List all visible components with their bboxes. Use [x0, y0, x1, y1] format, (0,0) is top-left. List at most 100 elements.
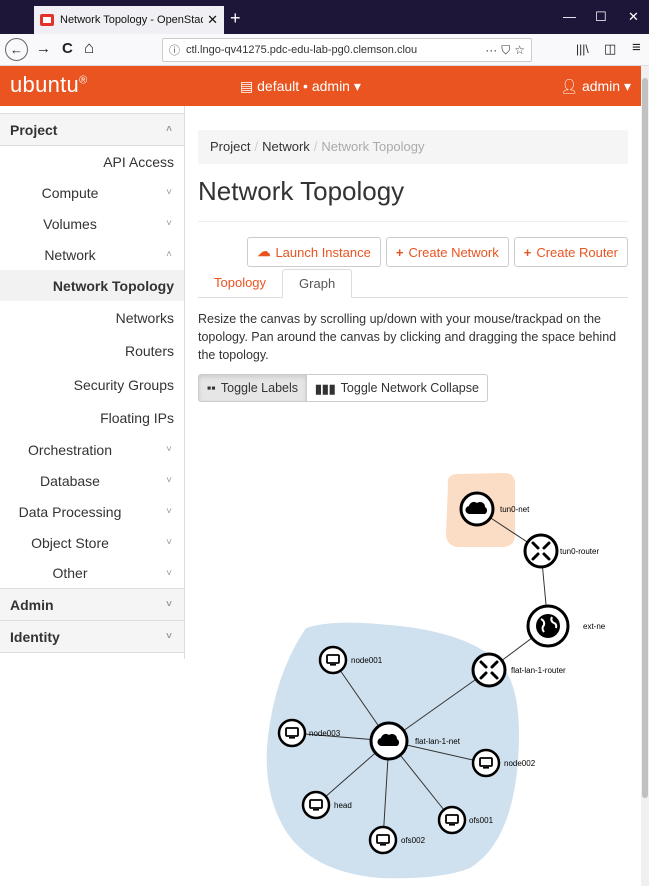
home-button[interactable]: ⌂ — [84, 38, 94, 58]
browser-tab[interactable]: Network Topology - OpenStac ✕ — [34, 6, 224, 34]
launch-instance-button[interactable]: ☁ Launch Instance — [247, 237, 381, 267]
pocket-icon[interactable]: ⛉ — [501, 43, 510, 58]
reload-button[interactable]: C — [62, 40, 73, 57]
sidebar-item-network[interactable]: Network ˄ — [0, 239, 184, 270]
create-network-button[interactable]: + Create Network — [385, 237, 509, 267]
sidebar-toggle-icon[interactable]: ◫ — [604, 41, 616, 57]
library-icon[interactable]: |||\ — [576, 42, 589, 56]
sidebar-section-identity[interactable]: Identity ˅ — [0, 621, 184, 653]
breadcrumb-project[interactable]: Project — [210, 139, 250, 154]
sidebar-item-volumes[interactable]: Volumes ˅ — [0, 208, 184, 239]
button-label: Toggle Labels — [220, 381, 299, 395]
chevron-down-icon: ˅ — [166, 567, 172, 579]
sidebar-label: Volumes — [43, 215, 97, 232]
ubuntu-logo[interactable]: ubuntu® — [10, 72, 88, 98]
chevron-down-icon: ˅ — [166, 218, 172, 229]
breadcrumb: Project / Network / Network Topology — [198, 130, 628, 164]
button-label: Create Network — [408, 244, 499, 260]
toggle-network-collapse-button[interactable]: ▮▮▮ Toggle Network Collapse — [307, 374, 488, 402]
sidebar-item-orchestration[interactable]: Orchestration ˅ — [0, 434, 184, 465]
tab-topology[interactable]: Topology — [198, 269, 282, 297]
tun0-net-label: tun0-net — [500, 505, 530, 514]
sidebar-label: Network Topology — [52, 277, 174, 294]
sidebar-item-api-access[interactable]: API Access — [0, 146, 184, 177]
project-selector-label: default • admin ▾ — [257, 78, 361, 94]
topology-canvas[interactable]: tun0-net tun0-router ext-ne flat-lan-1-r… — [186, 440, 641, 886]
sidebar-item-networks[interactable]: Networks — [0, 301, 184, 334]
help-text: Resize the canvas by scrolling up/down w… — [198, 312, 617, 362]
cloud-upload-icon: ☁ — [257, 244, 271, 259]
ext-net-label: ext-ne — [583, 622, 606, 631]
toggle-labels-button[interactable]: ▪▪ Toggle Labels — [198, 374, 308, 402]
sidebar-label: Compute — [41, 184, 99, 201]
sidebar-item-database[interactable]: Database ˅ — [0, 465, 184, 496]
tab-close-icon[interactable]: ✕ — [207, 12, 218, 28]
breadcrumb-current: Network Topology — [321, 139, 425, 154]
maximize-button[interactable]: ☐ — [595, 9, 607, 25]
breadcrumb-separator: / — [313, 139, 318, 154]
sidebar-item-other[interactable]: Other ˅ — [0, 558, 184, 589]
button-label: Launch Instance — [275, 244, 371, 260]
th-large-icon: ▪▪ — [207, 381, 216, 395]
sidebar-label: API Access — [103, 153, 174, 170]
flat-lan-1-router-label: flat-lan-1-router — [511, 666, 566, 675]
chevron-down-icon: ˅ — [166, 537, 172, 548]
chevron-down-icon: ˅ — [166, 475, 172, 486]
sidebar-label: Security Groups — [73, 376, 174, 393]
tab-graph[interactable]: Graph — [282, 269, 353, 298]
user-menu[interactable]: 👤︎ admin ▾ — [560, 78, 631, 95]
sidebar-section-project[interactable]: Project ˄ — [0, 114, 184, 146]
close-window-button[interactable]: ✕ — [628, 9, 639, 25]
node001-label: node001 — [351, 656, 383, 665]
tun0-router-node[interactable]: tun0-router — [523, 533, 599, 569]
info-icon[interactable]: ⓘ — [169, 42, 180, 58]
back-button[interactable]: ← — [5, 38, 28, 61]
bookmark-star-icon[interactable]: ☆ — [514, 43, 525, 57]
page-actions-icon[interactable]: ··· — [485, 43, 497, 57]
head-label: head — [334, 801, 352, 810]
sidebar-item-floating-ips[interactable]: Floating IPs — [0, 401, 184, 434]
project-list-icon: ▤ — [240, 78, 258, 94]
node003-label: node003 — [309, 729, 341, 738]
sidebar-item-security-groups[interactable]: Security Groups — [0, 368, 184, 401]
sidebar-item-network-topology[interactable]: Network Topology — [0, 270, 184, 301]
sidebar-item-object-store[interactable]: Object Store ˅ — [0, 527, 184, 558]
ext-net-node[interactable]: ext-ne — [526, 604, 606, 648]
menu-icon[interactable]: ≡ — [632, 39, 641, 56]
sidebar-section-admin[interactable]: Admin ˅ — [0, 589, 184, 621]
user-icon: 👤︎ — [560, 78, 582, 94]
sidebar-label: Data Processing — [18, 503, 122, 520]
tun0-router-label: tun0-router — [560, 547, 599, 556]
url-bar[interactable]: ⓘ ctl.lngo-qv41275.pdc-edu-lab-pg0.clems… — [162, 38, 532, 62]
page-scrollbar[interactable] — [641, 66, 649, 886]
app-header: ubuntu® ▤ default • admin ▾ 👤︎ admin ▾ — [0, 66, 641, 106]
openstack-favicon-icon — [40, 14, 54, 26]
page-title: Network Topology — [198, 176, 628, 222]
toggle-group: ▪▪ Toggle Labels ▮▮▮ Toggle Network Collap… — [198, 374, 628, 402]
button-label: Create Router — [536, 244, 618, 260]
view-tabs: Topology Graph — [198, 269, 628, 298]
create-router-button[interactable]: + Create Router — [513, 237, 628, 267]
new-tab-button[interactable]: + — [230, 8, 241, 29]
forward-button[interactable]: → — [36, 40, 51, 57]
node002-label: node002 — [504, 759, 536, 768]
sidebar-label: Object Store — [31, 534, 109, 551]
sidebar-item-routers[interactable]: Routers — [0, 334, 184, 368]
scrollbar-thumb[interactable] — [642, 78, 648, 798]
chevron-down-icon: ˅ — [166, 444, 172, 455]
flat-lan-1-router-node[interactable]: flat-lan-1-router — [471, 652, 566, 688]
th-icon: ▮▮▮ — [315, 381, 336, 396]
chevron-up-icon: ˄ — [166, 124, 172, 135]
sidebar-label: Floating IPs — [100, 409, 174, 426]
logo-mark-icon: ® — [79, 74, 88, 87]
project-selector[interactable]: ▤ default • admin ▾ — [240, 78, 361, 95]
minimize-button[interactable]: — — [563, 9, 576, 24]
user-menu-label: admin ▾ — [581, 78, 631, 94]
sidebar-item-compute[interactable]: Compute ˅ — [0, 177, 184, 208]
browser-titlebar: Network Topology - OpenStac ✕ + — ☐ ✕ — [0, 0, 649, 34]
sidebar-label: Other — [52, 565, 88, 581]
sidebar-item-data-processing[interactable]: Data Processing ˅ — [0, 496, 184, 527]
sidebar: Project ˄ API Access Compute ˅ Volumes ˅… — [0, 106, 185, 659]
sidebar-label: Admin — [10, 596, 54, 613]
breadcrumb-network[interactable]: Network — [262, 139, 310, 154]
